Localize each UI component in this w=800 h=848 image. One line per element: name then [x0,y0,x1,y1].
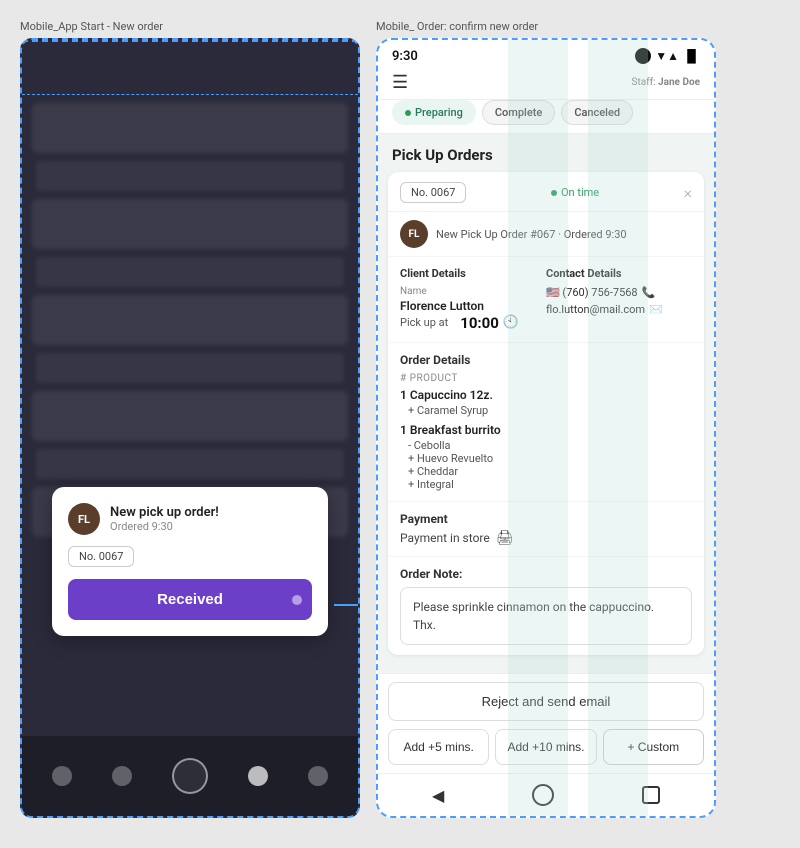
scroll-content[interactable]: Pick Up Orders No. 0067 On time × FL New… [378,134,714,673]
custom-button[interactable]: + Custom [603,729,704,765]
staff-label: Staff: Jane Doe [632,77,701,88]
product-col-label: # Product [400,373,692,384]
notification-card: FL New pick up order! Ordered 9:30 No. 0… [52,487,328,636]
client-details-heading: Client Details [400,267,546,280]
order-subheader: FL New Pick Up Order #067 · Ordered 9:30 [388,212,704,257]
left-panel: FL New pick up order! Ordered 9:30 No. 0… [20,38,360,818]
app-header: ☰ Staff: Jane Doe [378,68,714,100]
right-panel-label: Mobile_ Order: confirm new order [376,20,538,33]
status-bar: 9:30 ▼▲ ▐▌ [378,40,714,68]
note-box: Please sprinkle cinnamon on the cappucci… [400,587,692,645]
wifi-icon: ▼▲ [655,49,679,63]
order-subtitle: New Pick Up Order #067 · Ordered 9:30 [436,228,627,241]
order-details-section: Order Details # Product 1 Capuccino 12z.… [388,343,704,502]
details-grid: Client Details Name Florence Lutton Pick… [388,257,704,343]
order-details-title: Order Details [400,353,692,367]
note-section: Order Note: Please sprinkle cinnamon on … [388,557,704,655]
arrow-connector [334,604,360,606]
back-button[interactable]: ◀ [432,786,444,805]
product-addon-2-2: + Huevo Revuelto [400,452,692,465]
action-area: Reject and send email Add +5 mins. Add +… [378,673,714,773]
notif-order-badge: No. 0067 [68,546,134,567]
time-buttons: Add +5 mins. Add +10 mins. + Custom [388,729,704,765]
product-addon-2-3: + Cheddar [400,465,692,478]
reject-button[interactable]: Reject and send email [388,682,704,721]
client-name-value: Florence Lutton [400,299,546,313]
order-number-badge: No. 0067 [400,182,466,203]
notif-title: New pick up order! [110,505,219,520]
product-addon-2-1: - Cebolla [400,439,692,452]
tab-canceled[interactable]: Canceled [561,100,633,125]
notif-avatar: FL [68,503,100,535]
add-10-button[interactable]: Add +10 mins. [495,729,596,765]
status-camera-icon [635,48,651,64]
home-button[interactable] [532,784,554,806]
product-addon-2-4: + Integral [400,478,692,491]
cash-register-icon: 🖨 [496,530,514,546]
email-value: flo.lutton@mail.com ✉️ [546,303,692,316]
client-name-label: Name [400,286,546,297]
pickup-time: Pick up at 10:00 🕙 [400,313,546,332]
phone-icon: 📞 [642,286,656,299]
left-panel-label: Mobile_App Start - New order [20,20,163,33]
nav-dot-1 [52,766,72,786]
payment-section: Payment Payment in store 🖨 [388,502,704,557]
order-avatar: FL [400,220,428,248]
on-time-dot [551,190,557,196]
payment-heading: Payment [400,512,692,526]
note-title: Order Note: [400,567,692,581]
email-icon: ✉️ [649,303,663,316]
signal-icon: ▐▌ [683,49,700,63]
client-details-col: Client Details Name Florence Lutton Pick… [400,267,546,332]
tab-complete[interactable]: Complete [482,100,555,125]
status-time: 9:30 [392,49,418,64]
phone-value: 🇺🇸 (760) 756-7568 📞 [546,286,692,299]
product-item-1: 1 Capuccino 12z. [400,388,692,402]
left-bottom-nav [22,736,358,816]
product-item-2: 1 Breakfast burrito [400,423,692,437]
add-5-button[interactable]: Add +5 mins. [388,729,489,765]
recents-button[interactable] [642,786,660,804]
section-title: Pick Up Orders [378,134,714,172]
payment-row: Payment in store 🖨 [400,530,692,546]
tab-bar: Preparing Complete Canceled [378,100,714,134]
notif-subtitle: Ordered 9:30 [110,520,219,533]
payment-method-text: Payment in store [400,531,490,545]
hamburger-menu[interactable]: ☰ [392,72,408,93]
tab-preparing[interactable]: Preparing [392,100,476,125]
on-time-badge: On time [551,186,599,199]
right-panel: 9:30 ▼▲ ▐▌ ☰ Staff: Jane Doe Preparing [376,38,716,818]
nav-dot-2 [112,766,132,786]
staff-name: Jane Doe [658,77,700,88]
order-card: No. 0067 On time × FL New Pick Up Order … [388,172,704,655]
clock-icon: 🕙 [503,315,519,330]
nav-dot-3 [248,766,268,786]
received-button[interactable]: Received [68,579,312,620]
nav-dot-4 [308,766,328,786]
order-card-header: No. 0067 On time × [388,172,704,212]
tab-preparing-dot [405,110,411,116]
nav-home-outline [172,758,208,794]
contact-details-col: Contact Details 🇺🇸 (760) 756-7568 📞 flo.… [546,267,692,332]
contact-details-heading: Contact Details [546,267,692,280]
bottom-nav: ◀ [378,773,714,816]
close-button[interactable]: × [684,183,692,202]
product-addon-1-1: + Caramel Syrup [400,404,692,417]
